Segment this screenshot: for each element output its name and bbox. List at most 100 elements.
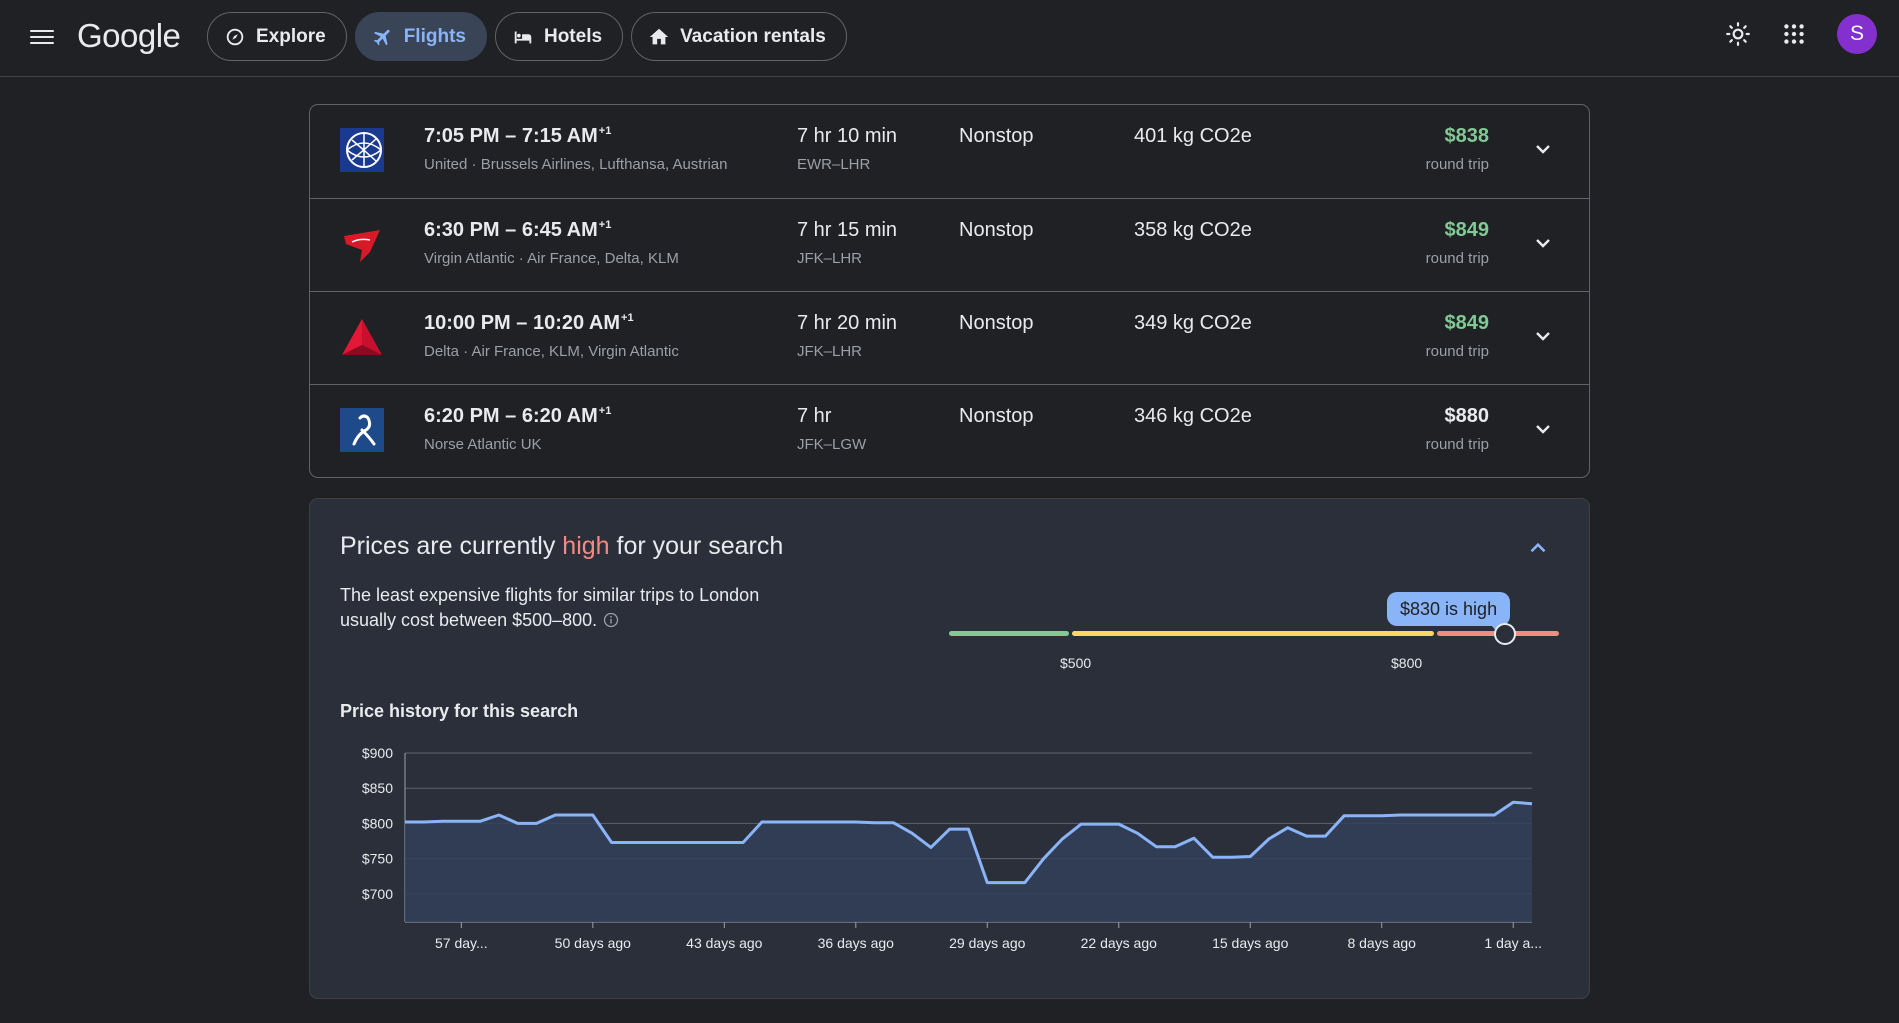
flight-price: $849: [1444, 312, 1490, 334]
theme-sun-icon[interactable]: [1725, 21, 1751, 47]
norse-logo: [340, 408, 384, 452]
low-price-bar: [949, 631, 1069, 636]
plus-day-indicator: +1: [598, 125, 612, 137]
expand-chevron-down-icon[interactable]: [1531, 137, 1555, 161]
price-history-area: [405, 802, 1532, 922]
tab-hotels-label: Hotels: [543, 25, 603, 47]
flight-price: $849: [1444, 219, 1490, 241]
tab-vacation-rentals[interactable]: Vacation rentals: [631, 12, 847, 61]
hotel-icon: [514, 31, 532, 43]
tab-hotels[interactable]: Hotels: [494, 12, 624, 61]
collapse-chevron-up-icon[interactable]: [1525, 535, 1551, 561]
current-price-marker: [1496, 625, 1514, 643]
x-tick-label: 57 day...: [435, 935, 488, 951]
tab-vacation-rentals-label: Vacation rentals: [680, 25, 826, 47]
title-text-start: Prices are currently: [340, 532, 563, 560]
co2-emissions: 401 kg CO2e: [1134, 125, 1252, 147]
flight-result-row[interactable]: 10:00 PM – 10:20 AM+1 Delta · Air France…: [310, 291, 1589, 384]
flight-route: JFK–LGW: [797, 436, 867, 453]
co2-emissions: 358 kg CO2e: [1134, 219, 1252, 241]
flight-times: 6:20 PM – 6:20 AM+1: [424, 405, 611, 428]
price-insight-title: Prices are currently high for your searc…: [340, 532, 783, 561]
flight-stops: Nonstop: [959, 405, 1034, 427]
flight-result-row[interactable]: 7:05 PM – 7:15 AM+1 United · Brussels Ai…: [310, 105, 1589, 198]
price-history-title: Price history for this search: [340, 701, 579, 721]
price-insight-description: The least expensive flights for similar …: [340, 583, 800, 633]
x-tick-label: 8 days ago: [1347, 935, 1416, 951]
flight-result-row[interactable]: 6:20 PM – 6:20 AM+1 Norse Atlantic UK 7 …: [310, 384, 1589, 477]
flight-price: $838: [1444, 125, 1490, 147]
virgin-logo: [344, 230, 380, 262]
airline-names: Norse Atlantic UK: [424, 436, 542, 453]
explore-icon: [226, 28, 244, 45]
trip-type: round trip: [1425, 436, 1489, 453]
price-range-gauge: $830 is high $500 $800: [949, 589, 1559, 679]
departure-arrival-times: 10:00 PM – 10:20 AM: [424, 312, 621, 334]
airline-names: Delta · Air France, KLM, Virgin Atlantic: [424, 343, 679, 360]
flight-times: 7:05 PM – 7:15 AM+1: [424, 125, 611, 148]
united-logo: [340, 128, 384, 172]
current-price-bubble: $830 is high: [1387, 592, 1511, 634]
flight-duration: 7 hr: [797, 405, 832, 427]
tab-explore[interactable]: Explore: [207, 12, 347, 61]
x-tick-label: 29 days ago: [949, 935, 1025, 951]
departure-arrival-times: 6:30 PM – 6:45 AM: [424, 219, 598, 241]
expand-chevron-down-icon[interactable]: [1531, 417, 1555, 441]
top-app-bar: Google Explore Flights Hotels Vacation r…: [0, 0, 1899, 77]
description-text: The least expensive flights for similar …: [340, 585, 760, 630]
flight-result-row[interactable]: 6:30 PM – 6:45 AM+1 Virgin Atlantic · Ai…: [310, 198, 1589, 291]
x-tick-label: 36 days ago: [818, 935, 894, 951]
plus-day-indicator: +1: [598, 405, 612, 417]
title-text-end: for your search: [609, 532, 784, 560]
flight-times: 10:00 PM – 10:20 AM+1: [424, 312, 634, 335]
trip-type: round trip: [1425, 250, 1489, 267]
co2-emissions: 346 kg CO2e: [1134, 405, 1252, 427]
airline-names: United · Brussels Airlines, Lufthansa, A…: [424, 156, 728, 173]
y-tick-label: $800: [362, 815, 393, 831]
price-insights-panel: Prices are currently high for your searc…: [309, 498, 1590, 999]
range-high-label: $800: [1391, 655, 1423, 671]
flight-stops: Nonstop: [959, 125, 1034, 147]
y-tick-label: $850: [362, 780, 393, 796]
flight-route: EWR–LHR: [797, 156, 871, 173]
expand-chevron-down-icon[interactable]: [1531, 231, 1555, 255]
price-history-chart: $900 $850 $800 $750 $700 57 day... 50 days ago…: [362, 745, 1542, 951]
y-tick-label: $900: [362, 745, 393, 761]
departure-arrival-times: 6:20 PM – 6:20 AM: [424, 405, 598, 427]
typical-price-bar: [1072, 631, 1434, 636]
flight-price: $880: [1444, 405, 1490, 427]
delta-logo: [342, 319, 382, 355]
account-avatar[interactable]: S: [1837, 14, 1877, 54]
flight-stops: Nonstop: [959, 219, 1034, 241]
x-tick-label: 22 days ago: [1081, 935, 1157, 951]
flight-icon: [373, 29, 390, 45]
trip-type: round trip: [1425, 156, 1489, 173]
plus-day-indicator: +1: [598, 219, 612, 231]
google-logo[interactable]: Google: [77, 17, 181, 55]
flight-duration: 7 hr 10 min: [797, 125, 898, 147]
home-icon: [649, 28, 669, 44]
x-tick-label: 15 days ago: [1212, 935, 1288, 951]
header-actions: S: [1725, 14, 1877, 54]
apps-grid-icon[interactable]: [1781, 21, 1807, 47]
departure-arrival-times: 7:05 PM – 7:15 AM: [424, 125, 598, 147]
x-tick-label: 43 days ago: [686, 935, 762, 951]
flight-duration: 7 hr 15 min: [797, 219, 898, 241]
flight-route: JFK–LHR: [797, 250, 863, 267]
y-tick-label: $700: [362, 886, 393, 902]
price-level-highlight: high: [562, 532, 610, 560]
x-tick-label: 1 day a...: [1484, 935, 1542, 951]
main-menu-icon[interactable]: [30, 26, 54, 46]
plus-day-indicator: +1: [621, 312, 634, 324]
product-tabs: Explore Flights Hotels Vacation rentals: [207, 12, 847, 61]
flight-stops: Nonstop: [959, 312, 1034, 334]
tab-flights[interactable]: Flights: [354, 12, 487, 61]
expand-chevron-down-icon[interactable]: [1531, 324, 1555, 348]
flight-results-list: 7:05 PM – 7:15 AM+1 United · Brussels Ai…: [309, 104, 1590, 478]
trip-type: round trip: [1425, 343, 1489, 360]
tab-explore-label: Explore: [256, 25, 326, 47]
info-icon[interactable]: [603, 612, 619, 628]
co2-emissions: 349 kg CO2e: [1134, 312, 1252, 334]
y-tick-label: $750: [362, 851, 393, 867]
tab-flights-label: Flights: [403, 25, 466, 47]
